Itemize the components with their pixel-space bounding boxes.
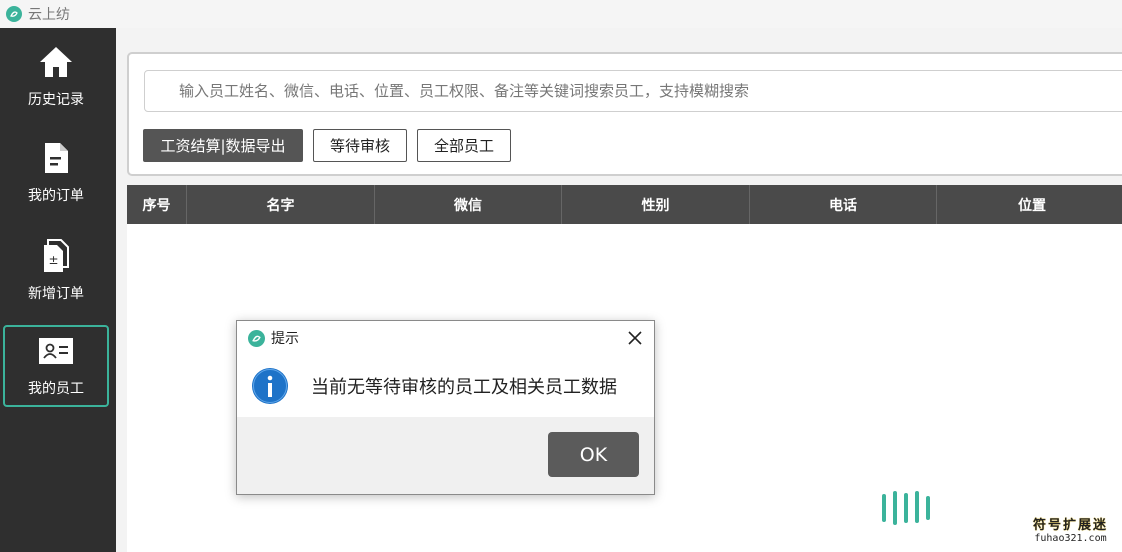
sidebar-item-history[interactable]: 历史记录 bbox=[3, 36, 109, 118]
sidebar-item-label: 我的订单 bbox=[28, 188, 84, 204]
info-icon bbox=[252, 368, 288, 404]
dialog-title-bar: 提示 bbox=[237, 321, 654, 355]
all-employees-button[interactable]: 全部员工 bbox=[417, 129, 511, 162]
sidebar-item-label: 历史记录 bbox=[28, 92, 84, 108]
column-header-gender[interactable]: 性别 bbox=[562, 185, 750, 224]
search-panel: 工资结算|数据导出 等待审核 全部员工 bbox=[127, 52, 1122, 176]
dialog-title: 提示 bbox=[271, 331, 299, 347]
column-header-name[interactable]: 名字 bbox=[187, 185, 375, 224]
search-input[interactable] bbox=[144, 70, 1122, 112]
ok-button[interactable]: OK bbox=[548, 432, 639, 477]
close-icon[interactable] bbox=[626, 329, 644, 347]
watermark: 符号扩展迷 fuhao321.com bbox=[1033, 514, 1108, 544]
dialog-message: 当前无等待审核的员工及相关员工数据 bbox=[311, 377, 617, 398]
add-document-icon: ± bbox=[41, 239, 71, 273]
sidebar: 历史记录 我的订单 ± 新增订单 我的员工 bbox=[0, 28, 116, 552]
employee-card-icon bbox=[38, 334, 74, 368]
sidebar-item-label: 我的员工 bbox=[28, 381, 84, 397]
sidebar-item-label: 新增订单 bbox=[28, 286, 84, 302]
svg-text:±: ± bbox=[48, 253, 58, 267]
info-dialog: 提示 当前无等待审核的员工及相关员工数据 OK bbox=[236, 320, 655, 495]
table-header: 序号 名字 微信 性别 电话 位置 bbox=[127, 185, 1122, 224]
sidebar-item-new-order[interactable]: ± 新增订单 bbox=[3, 230, 109, 312]
watermark-title: 符号扩展迷 bbox=[1032, 518, 1108, 533]
title-bar: 云上纺 bbox=[0, 0, 1122, 28]
app-title: 云上纺 bbox=[28, 7, 70, 23]
home-icon bbox=[38, 45, 74, 79]
loading-indicator-icon bbox=[882, 491, 930, 525]
dialog-footer: OK bbox=[237, 417, 654, 494]
pending-review-button[interactable]: 等待审核 bbox=[313, 129, 407, 162]
column-header-location[interactable]: 位置 bbox=[937, 185, 1122, 224]
dialog-body: 当前无等待审核的员工及相关员工数据 bbox=[237, 355, 654, 417]
document-icon bbox=[42, 141, 70, 175]
app-logo-icon bbox=[6, 6, 22, 22]
sidebar-item-my-employees[interactable]: 我的员工 bbox=[3, 325, 109, 407]
column-header-phone[interactable]: 电话 bbox=[750, 185, 937, 224]
sidebar-item-my-orders[interactable]: 我的订单 bbox=[3, 132, 109, 214]
app-logo-icon bbox=[248, 329, 265, 347]
column-header-wechat[interactable]: 微信 bbox=[375, 185, 562, 224]
salary-export-button[interactable]: 工资结算|数据导出 bbox=[143, 129, 303, 162]
column-header-index[interactable]: 序号 bbox=[127, 185, 187, 224]
watermark-url: fuhao321.com bbox=[1034, 533, 1107, 544]
